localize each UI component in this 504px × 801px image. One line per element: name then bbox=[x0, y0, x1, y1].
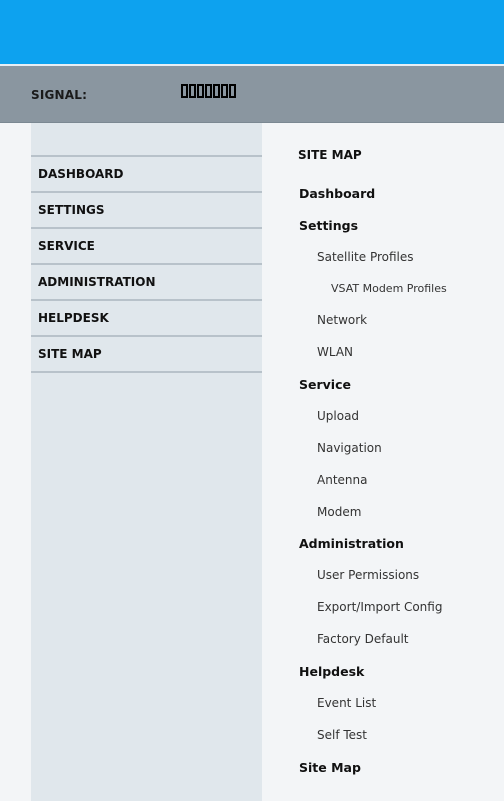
page-title: SITE MAP bbox=[298, 148, 362, 162]
sitemap-link-network[interactable]: Network bbox=[317, 313, 367, 327]
sitemap-link-site-map[interactable]: Site Map bbox=[299, 760, 361, 775]
sitemap-link-event-list[interactable]: Event List bbox=[317, 696, 376, 710]
signal-status-bar: SIGNAL: bbox=[0, 66, 504, 123]
signal-strength-meter bbox=[181, 84, 236, 98]
sitemap-link-settings[interactable]: Settings bbox=[299, 218, 358, 233]
sidebar-item-administration[interactable]: ADMINISTRATION bbox=[31, 265, 262, 301]
signal-segment bbox=[229, 84, 236, 98]
sitemap-link-wlan[interactable]: WLAN bbox=[317, 345, 353, 359]
sidebar-item-service[interactable]: SERVICE bbox=[31, 229, 262, 265]
sidebar-nav: DASHBOARD SETTINGS SERVICE ADMINISTRATIO… bbox=[31, 123, 262, 801]
signal-segment bbox=[213, 84, 220, 98]
sitemap-link-export-import-config[interactable]: Export/Import Config bbox=[317, 600, 442, 614]
sidebar-item-helpdesk[interactable]: HELPDESK bbox=[31, 301, 262, 337]
signal-segment bbox=[221, 84, 228, 98]
signal-segment bbox=[181, 84, 188, 98]
top-header-bar bbox=[0, 0, 504, 64]
sidebar-spacer bbox=[31, 123, 262, 157]
sitemap-link-modem[interactable]: Modem bbox=[317, 505, 361, 519]
signal-segment bbox=[189, 84, 196, 98]
sitemap-link-dashboard[interactable]: Dashboard bbox=[299, 186, 375, 201]
sitemap-link-vsat-modem-profiles[interactable]: VSAT Modem Profiles bbox=[331, 282, 447, 295]
sitemap-link-antenna[interactable]: Antenna bbox=[317, 473, 367, 487]
sidebar-item-site-map[interactable]: SITE MAP bbox=[31, 337, 262, 373]
sitemap-link-administration[interactable]: Administration bbox=[299, 536, 404, 551]
sitemap-link-service[interactable]: Service bbox=[299, 377, 351, 392]
sidebar-item-dashboard[interactable]: DASHBOARD bbox=[31, 157, 262, 193]
signal-label: SIGNAL: bbox=[31, 88, 88, 102]
sitemap-link-self-test[interactable]: Self Test bbox=[317, 728, 367, 742]
signal-segment bbox=[197, 84, 204, 98]
sidebar-item-settings[interactable]: SETTINGS bbox=[31, 193, 262, 229]
sitemap-link-helpdesk[interactable]: Helpdesk bbox=[299, 664, 364, 679]
sitemap-link-navigation[interactable]: Navigation bbox=[317, 441, 382, 455]
sitemap-link-factory-default[interactable]: Factory Default bbox=[317, 632, 409, 646]
sitemap-link-user-permissions[interactable]: User Permissions bbox=[317, 568, 419, 582]
sitemap-link-satellite-profiles[interactable]: Satellite Profiles bbox=[317, 250, 414, 264]
signal-segment bbox=[205, 84, 212, 98]
sitemap-link-upload[interactable]: Upload bbox=[317, 409, 359, 423]
